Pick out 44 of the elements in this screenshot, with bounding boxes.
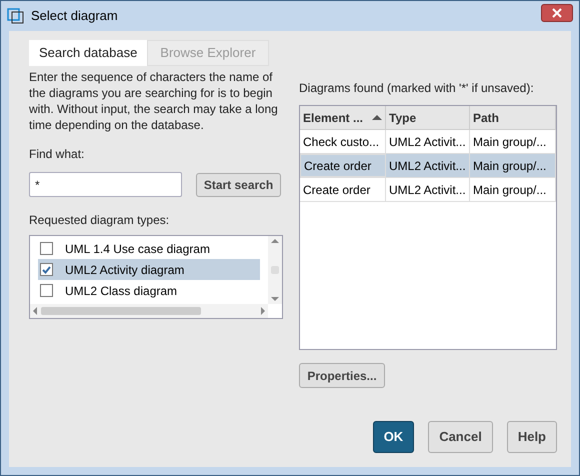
table-cell: Create order: [300, 178, 386, 201]
tab[interactable]: Search database: [29, 40, 148, 66]
horizontal-scrollbar[interactable]: [30, 304, 268, 318]
results-label: Diagrams found (marked with '*' if unsaved):: [299, 80, 535, 97]
table-cell: UML2 Activit...: [386, 178, 470, 201]
window-title: Select diagram: [31, 7, 119, 26]
scroll-left-icon: [33, 307, 37, 315]
vertical-scrollbar[interactable]: [268, 236, 282, 304]
table-cell: UML2 Activit...: [386, 130, 470, 153]
find-what-label: Find what:: [29, 146, 86, 163]
sort-ascending-icon: [372, 115, 382, 120]
properties-button[interactable]: Properties...: [299, 363, 385, 388]
window-icon: [7, 8, 25, 24]
ok-button[interactable]: OK: [372, 421, 414, 453]
table-cell: Main group/...: [470, 154, 556, 177]
checkbox[interactable]: [40, 284, 53, 297]
checkmark-icon: [42, 266, 51, 274]
diagram-types-label: Requested diagram types:: [29, 212, 170, 229]
column-header[interactable]: Path: [470, 106, 556, 129]
scroll-right-icon: [261, 307, 265, 315]
diagram-type-item[interactable]: UML2 Activity diagram: [38, 259, 260, 280]
scroll-thumb[interactable]: [41, 307, 201, 315]
close-button[interactable]: [541, 4, 573, 22]
instructions-text: Enter the sequence of characters the name of the diagrams you are searching for is to begin with. Without input, the search may take a long time depending on the database.: [29, 69, 279, 133]
dialog-button[interactable]: Help: [506, 421, 557, 453]
checkbox[interactable]: [40, 242, 53, 255]
table-cell: Main group/...: [470, 178, 556, 201]
scroll-down-icon: [271, 297, 279, 301]
column-header[interactable]: Element ...: [300, 106, 386, 129]
column-header[interactable]: Type: [386, 106, 470, 129]
table-row[interactable]: Create order UML2 Activit... Main group/...: [300, 178, 556, 202]
table-row[interactable]: Create order UML2 Activit... Main group/...: [300, 154, 556, 178]
table-cell: Create order: [300, 154, 386, 177]
table-cell: Main group/...: [470, 130, 556, 153]
diagram-type-item[interactable]: UML 1.4 Use case diagram: [38, 238, 260, 259]
scroll-up-icon: [271, 239, 279, 243]
table-cell: UML2 Activit...: [386, 154, 470, 177]
close-icon: [552, 8, 562, 18]
start-search-button[interactable]: Start search: [196, 172, 281, 196]
dialog-button[interactable]: Cancel: [428, 421, 493, 453]
checkbox[interactable]: [40, 263, 53, 276]
table-cell: Check custo...: [300, 130, 386, 153]
find-what-field[interactable]: *: [29, 172, 182, 197]
diagram-type-item[interactable]: UML2 Class diagram: [38, 280, 260, 301]
